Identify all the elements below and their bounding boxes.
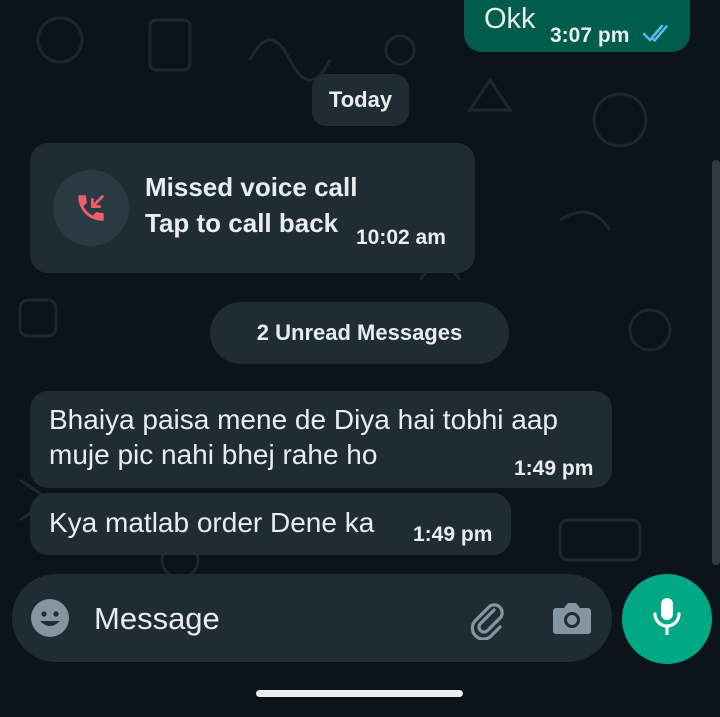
missed-call-time: 10:02 am xyxy=(356,226,446,249)
message-time: 1:49 pm xyxy=(413,523,493,546)
double-check-icon xyxy=(642,22,672,49)
date-divider: Today xyxy=(312,74,409,126)
missed-call-subtitle: Tap to call back xyxy=(145,208,339,238)
chat-scrollbar[interactable] xyxy=(712,160,720,565)
microphone-button[interactable] xyxy=(622,574,712,664)
message-text-line: muje pic nahi bhej rahe ho xyxy=(49,439,378,470)
message-input[interactable] xyxy=(92,596,456,642)
message-composer xyxy=(12,574,612,662)
message-text: Okk xyxy=(484,3,536,35)
missed-call-bubble[interactable]: Missed voice call Tap to call back 10:02… xyxy=(30,143,475,273)
message-text-line: Bhaiya paisa mene de Diya hai tobhi aap xyxy=(49,404,559,435)
paperclip-icon[interactable] xyxy=(464,596,508,645)
message-time: 3:07 pm xyxy=(550,24,630,47)
microphone-icon xyxy=(651,596,683,643)
incoming-message-bubble[interactable]: Bhaiya paisa mene de Diya hai tobhi aap … xyxy=(30,391,612,488)
outgoing-message-bubble[interactable]: Okk 3:07 pm xyxy=(464,0,690,52)
missed-call-title: Missed voice call xyxy=(145,172,358,202)
message-text-line: Kya matlab order Dene ka xyxy=(49,507,375,538)
incoming-message-bubble[interactable]: Kya matlab order Dene ka 1:49 pm xyxy=(30,493,511,555)
missed-call-icon xyxy=(53,170,129,246)
emoji-icon[interactable] xyxy=(30,598,70,643)
unread-divider: 2 Unread Messages xyxy=(210,302,509,364)
message-list[interactable]: Okk 3:07 pm Today Missed voice call Tap … xyxy=(0,0,720,570)
message-time: 1:49 pm xyxy=(514,457,594,480)
camera-icon[interactable] xyxy=(550,598,594,643)
home-indicator[interactable] xyxy=(256,690,463,697)
